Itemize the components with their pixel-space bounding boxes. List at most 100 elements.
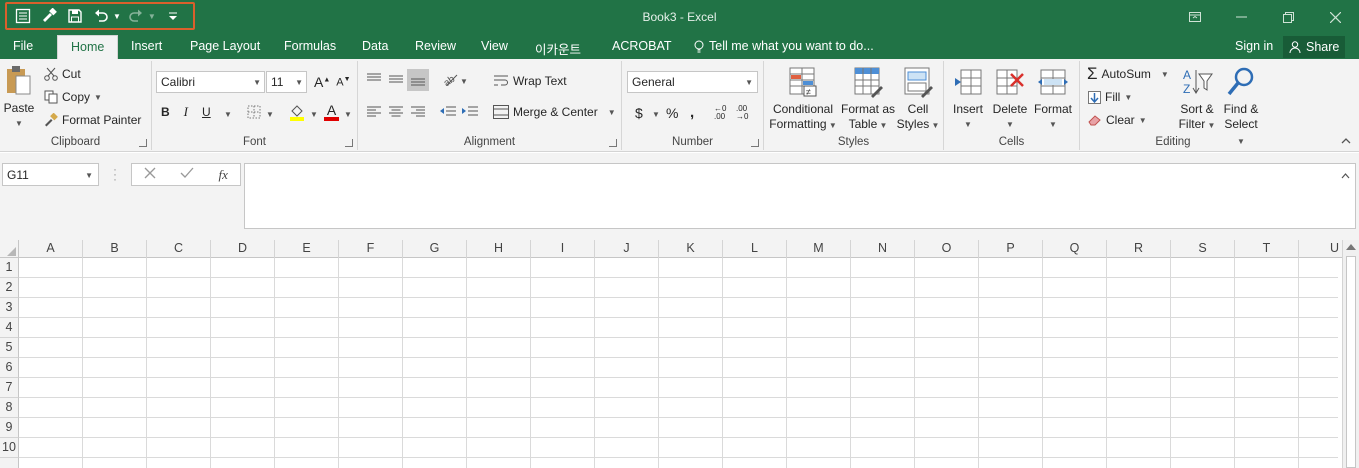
orientation-dropdown-icon[interactable]: ▼ (460, 77, 468, 86)
conditional-formatting-button[interactable]: ≠ Conditional Formatting ▼ (768, 66, 838, 133)
align-right-icon[interactable] (411, 106, 425, 121)
column-header-q[interactable]: Q (1043, 240, 1107, 258)
fill-color-dropdown-icon[interactable]: ▼ (310, 110, 318, 119)
insert-cells-button[interactable]: Insert ▼ (948, 66, 988, 132)
copy-button[interactable]: Copy ▼ (44, 90, 102, 104)
format-cells-button[interactable]: Format ▼ (1032, 66, 1074, 132)
column-header-j[interactable]: J (595, 240, 659, 258)
scroll-thumb[interactable] (1346, 256, 1356, 468)
currency-icon[interactable]: $ (635, 105, 643, 121)
cancel-entry-icon[interactable] (144, 167, 156, 182)
row-header-7[interactable]: 7 (0, 378, 19, 398)
clear-button[interactable]: Clear ▼ (1088, 113, 1147, 127)
share-button[interactable]: Share (1283, 36, 1346, 58)
column-header-c[interactable]: C (147, 240, 211, 258)
column-header-d[interactable]: D (211, 240, 275, 258)
percent-icon[interactable]: % (666, 105, 678, 121)
font-launcher-icon[interactable] (345, 139, 353, 147)
column-header-i[interactable]: I (531, 240, 595, 258)
font-size-box[interactable]: 11 ▼ (266, 71, 307, 93)
row-header-8[interactable]: 8 (0, 398, 19, 418)
borders-icon[interactable] (247, 105, 261, 122)
row-header-11[interactable] (0, 458, 19, 468)
tab-formulas[interactable]: Formulas (284, 39, 336, 53)
row-header-9[interactable]: 9 (0, 418, 19, 438)
number-format-box[interactable]: General ▼ (627, 71, 758, 93)
tab-page-layout[interactable]: Page Layout (190, 39, 260, 53)
column-header-m[interactable]: M (787, 240, 851, 258)
column-header-k[interactable]: K (659, 240, 723, 258)
align-center-icon[interactable] (389, 106, 403, 121)
decrease-indent-icon[interactable] (440, 106, 456, 121)
confirm-entry-icon[interactable] (180, 167, 194, 182)
select-all-button[interactable] (0, 240, 19, 258)
row-header-1[interactable]: 1 (0, 258, 19, 278)
increase-indent-icon[interactable] (462, 106, 478, 121)
column-header-g[interactable]: G (403, 240, 467, 258)
wrap-text-button[interactable]: Wrap Text (493, 74, 567, 88)
autosum-button[interactable]: Σ AutoSum ▼ (1087, 65, 1169, 82)
decrease-font-size-icon[interactable]: A▼ (336, 76, 350, 89)
column-header-p[interactable]: P (979, 240, 1043, 258)
format-painter-button[interactable]: Format Painter (44, 113, 141, 127)
top-align-icon[interactable] (367, 73, 381, 88)
number-launcher-icon[interactable] (751, 139, 759, 147)
tab-ecount[interactable]: 이카운트 (535, 39, 581, 58)
ribbon-display-options-icon[interactable] (1171, 0, 1218, 34)
column-header-e[interactable]: E (275, 240, 339, 258)
font-name-box[interactable]: Calibri ▼ (156, 71, 265, 93)
row-header-10[interactable]: 10 (0, 438, 19, 458)
restore-icon[interactable] (1265, 0, 1312, 34)
decrease-decimal-icon[interactable]: .00 →0 (736, 105, 748, 121)
row-header-3[interactable]: 3 (0, 298, 19, 318)
comma-style-icon[interactable]: , (690, 104, 694, 121)
row-header-5[interactable]: 5 (0, 338, 19, 358)
insert-function-icon[interactable]: fx (219, 167, 228, 183)
close-icon[interactable] (1312, 0, 1359, 34)
underline-button[interactable]: U (202, 105, 211, 119)
tab-review[interactable]: Review (415, 39, 456, 53)
alignment-launcher-icon[interactable] (609, 139, 617, 147)
fill-button[interactable]: Fill ▼ (1088, 90, 1132, 104)
tab-insert[interactable]: Insert (131, 39, 162, 53)
minimize-icon[interactable] (1218, 0, 1265, 34)
borders-dropdown-icon[interactable]: ▼ (266, 110, 274, 119)
tab-home[interactable]: Home (57, 35, 119, 59)
cell-grid[interactable] (19, 258, 1338, 468)
increase-font-size-icon[interactable]: A▲ (314, 74, 330, 90)
format-as-table-button[interactable]: Format as Table ▼ (840, 66, 896, 133)
scroll-up-icon[interactable] (1346, 244, 1356, 250)
column-header-b[interactable]: B (83, 240, 147, 258)
tab-view[interactable]: View (481, 39, 508, 53)
delete-cells-button[interactable]: Delete ▼ (990, 66, 1030, 132)
align-left-icon[interactable] (367, 106, 381, 121)
font-color-icon[interactable]: A (324, 103, 339, 121)
bottom-align-icon[interactable] (407, 69, 429, 91)
underline-dropdown-icon[interactable]: ▼ (224, 110, 232, 119)
column-header-s[interactable]: S (1171, 240, 1235, 258)
tell-me-box[interactable]: Tell me what you want to do... (694, 39, 874, 53)
column-header-o[interactable]: O (915, 240, 979, 258)
currency-dropdown-icon[interactable]: ▼ (652, 110, 660, 119)
font-color-dropdown-icon[interactable]: ▼ (344, 110, 352, 119)
column-header-u[interactable]: U (1299, 240, 1342, 258)
column-header-a[interactable]: A (19, 240, 83, 258)
row-header-4[interactable]: 4 (0, 318, 19, 338)
fill-color-icon[interactable] (289, 104, 305, 124)
row-header-2[interactable]: 2 (0, 278, 19, 298)
orientation-icon[interactable]: ab (442, 72, 459, 90)
name-box[interactable]: G11 ▼ (2, 163, 99, 186)
cut-button[interactable]: Cut (44, 67, 81, 81)
bold-button[interactable]: B (161, 105, 170, 119)
column-header-l[interactable]: L (723, 240, 787, 258)
vertical-scrollbar[interactable] (1342, 240, 1359, 468)
sign-in-link[interactable]: Sign in (1235, 39, 1273, 53)
formula-input[interactable] (244, 163, 1356, 229)
merge-center-button[interactable]: Merge & Center ▼ (493, 105, 616, 119)
sort-filter-button[interactable]: AZ Sort & Filter ▼ (1176, 66, 1218, 133)
cell-styles-button[interactable]: Cell Styles ▼ (896, 66, 940, 133)
increase-decimal-icon[interactable]: ←0.00 (714, 105, 726, 121)
column-header-n[interactable]: N (851, 240, 915, 258)
column-header-h[interactable]: H (467, 240, 531, 258)
tab-acrobat[interactable]: ACROBAT (612, 39, 672, 53)
